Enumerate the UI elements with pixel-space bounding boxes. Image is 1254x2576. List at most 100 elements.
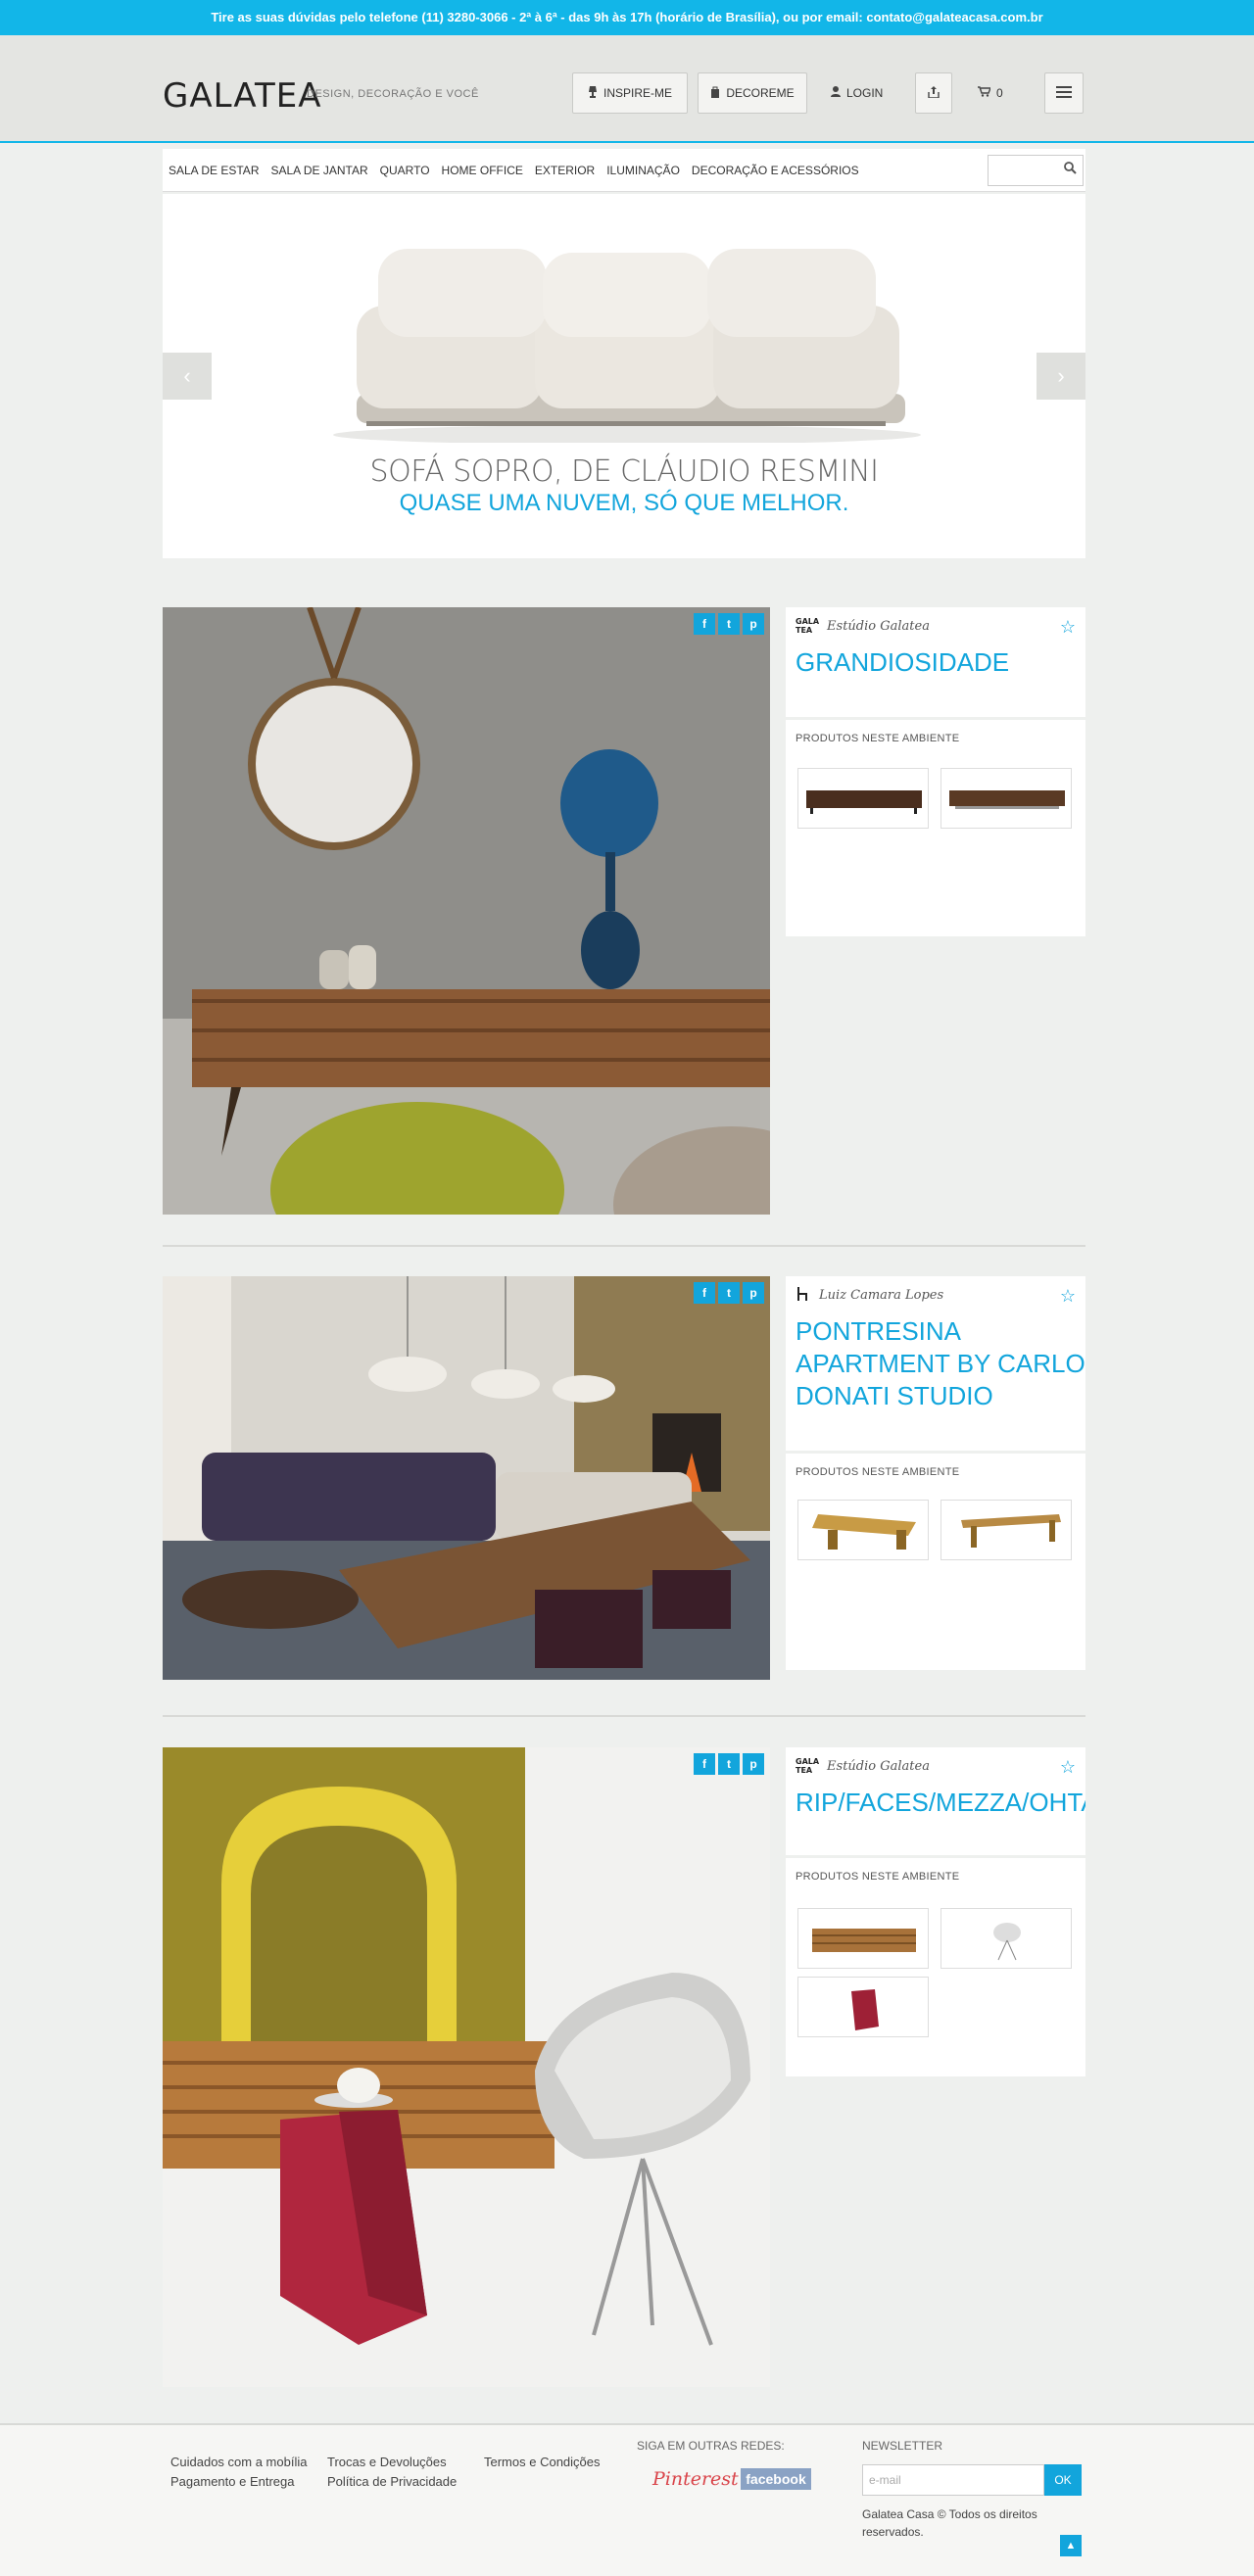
- ambiente-photo[interactable]: f t p: [163, 1747, 770, 2387]
- studio-credit[interactable]: GALA TEA Estúdio Galatea: [796, 1757, 930, 1775]
- ambiente-card: GALA TEA Estúdio Galatea ☆ GRANDIOSIDADE …: [786, 607, 1085, 936]
- user-icon: [831, 86, 841, 100]
- studio-name: Luiz Camara Lopes: [819, 1287, 944, 1303]
- products-heading: PRODUTOS NESTE AMBIENTE: [796, 1466, 960, 1478]
- favorite-star-icon[interactable]: ☆: [1060, 1757, 1076, 1778]
- favorite-star-icon[interactable]: ☆: [1060, 1286, 1076, 1307]
- contact-bar: Tire as suas dúvidas pelo telefone (11) …: [0, 0, 1254, 35]
- social-heading: SIGA EM OUTRAS REDES:: [637, 2439, 785, 2453]
- pinterest-link[interactable]: Pinterest: [652, 2468, 739, 2490]
- studio-logo-icon: [796, 1286, 811, 1304]
- hero-title[interactable]: SOFÁ SOPRO, DE CLÁUDIO RESMINI: [163, 454, 1085, 489]
- hero-slider: ‹ › SOFÁ SOPRO, DE CLÁUDIO RESMINI QUASE…: [163, 194, 1085, 558]
- decoreme-button[interactable]: DECOREME: [698, 72, 807, 114]
- products-heading: PRODUTOS NESTE AMBIENTE: [796, 733, 960, 744]
- inspire-me-label: INSPIRE-ME: [603, 86, 672, 100]
- chair-room-photo: [163, 1747, 770, 2387]
- nav-item-sala-de-estar[interactable]: SALA DE ESTAR: [169, 164, 259, 177]
- share-button[interactable]: [915, 72, 952, 114]
- cart-link[interactable]: 0: [978, 72, 1003, 114]
- studio-name: Estúdio Galatea: [827, 618, 930, 634]
- studio-credit[interactable]: GALA TEA Estúdio Galatea: [796, 617, 930, 635]
- newsletter-heading: NEWSLETTER: [862, 2439, 943, 2453]
- site-footer: Cuidados com a mobília Pagamento e Entre…: [0, 2423, 1254, 2576]
- studio-logo: GALA TEA: [796, 617, 820, 635]
- category-nav: SALA DE ESTAR SALA DE JANTAR QUARTO HOME…: [163, 149, 1085, 192]
- footer-link-privacy[interactable]: Política de Privacidade: [327, 2474, 457, 2489]
- search-input[interactable]: [988, 155, 1084, 186]
- decoreme-label: DECOREME: [726, 86, 795, 100]
- nav-item-quarto[interactable]: QUARTO: [380, 164, 430, 177]
- ambiente-title-line[interactable]: APARTMENT BY CARLO: [796, 1348, 1085, 1380]
- nav-item-exterior[interactable]: EXTERIOR: [535, 164, 595, 177]
- footer-link-payment[interactable]: Pagamento e Entrega: [170, 2474, 294, 2489]
- product-thumb[interactable]: [797, 1908, 929, 1969]
- search-icon[interactable]: [1064, 162, 1077, 177]
- section-divider: [163, 1245, 1085, 1247]
- pinterest-share-icon[interactable]: p: [743, 1753, 764, 1775]
- nav-item-decoracao[interactable]: DECORAÇÃO E ACESSÓRIOS: [692, 164, 859, 177]
- card-divider: [786, 1451, 1085, 1454]
- menu-button[interactable]: [1044, 72, 1084, 114]
- product-thumb[interactable]: [797, 1500, 929, 1560]
- ambiente-card: GALA TEA Estúdio Galatea ☆ RIP/FACES/MEZZ…: [786, 1747, 1085, 2076]
- footer-link-terms[interactable]: Termos e Condições: [484, 2455, 601, 2469]
- facebook-link[interactable]: facebook: [741, 2468, 811, 2490]
- site-header: GALATEA DESIGN, DECORAÇÃO E VOCÊ INSPIRE…: [0, 35, 1254, 143]
- living-room-photo: [163, 607, 770, 1215]
- studio-credit[interactable]: Luiz Camara Lopes: [796, 1286, 943, 1304]
- inspire-me-button[interactable]: INSPIRE-ME: [572, 72, 688, 114]
- hero-subtitle[interactable]: QUASE UMA NUVEM, SÓ QUE MELHOR.: [163, 490, 1085, 517]
- ambiente-title[interactable]: RIP/FACES/MEZZA/OHTAKE: [796, 1787, 1085, 1819]
- favorite-star-icon[interactable]: ☆: [1060, 617, 1076, 638]
- ambiente-photo[interactable]: f t p: [163, 607, 770, 1215]
- copyright-line: Galatea Casa © Todos os direitos: [862, 2507, 1037, 2521]
- ambiente-title-line[interactable]: PONTRESINA: [796, 1315, 961, 1348]
- card-divider: [786, 717, 1085, 720]
- share-icon: [928, 85, 940, 101]
- cart-icon: [978, 86, 992, 100]
- facebook-share-icon[interactable]: f: [694, 613, 715, 635]
- products-heading: PRODUTOS NESTE AMBIENTE: [796, 1871, 960, 1883]
- hamburger-icon: [1056, 85, 1072, 101]
- site-tagline: DESIGN, DECORAÇÃO E VOCÊ: [307, 88, 479, 100]
- login-link[interactable]: LOGIN: [831, 72, 883, 114]
- product-thumb[interactable]: [797, 1977, 929, 2037]
- ambiente-title-line[interactable]: DONATI STUDIO: [796, 1380, 993, 1412]
- product-thumb[interactable]: [940, 768, 1072, 829]
- nav-item-iluminacao[interactable]: ILUMINAÇÃO: [606, 164, 680, 177]
- studio-logo: GALA TEA: [796, 1757, 820, 1775]
- nav-item-sala-de-jantar[interactable]: SALA DE JANTAR: [270, 164, 367, 177]
- copyright-line: reservados.: [862, 2525, 924, 2539]
- ambiente-photo[interactable]: f t p: [163, 1276, 770, 1680]
- back-to-top-button[interactable]: ▲: [1060, 2535, 1082, 2556]
- social-share: f t p: [694, 613, 764, 635]
- slider-prev-button[interactable]: ‹: [163, 353, 212, 400]
- section-divider: [163, 1715, 1085, 1717]
- facebook-share-icon[interactable]: f: [694, 1753, 715, 1775]
- ambiente-card: Luiz Camara Lopes ☆ PONTRESINA APARTMENT…: [786, 1276, 1085, 1670]
- pinterest-share-icon[interactable]: p: [743, 1282, 764, 1304]
- social-share: f t p: [694, 1282, 764, 1304]
- slider-next-button[interactable]: ›: [1037, 353, 1085, 400]
- bag-icon: [710, 86, 720, 101]
- facebook-share-icon[interactable]: f: [694, 1282, 715, 1304]
- site-logo[interactable]: GALATEA: [163, 76, 321, 116]
- twitter-share-icon[interactable]: t: [718, 613, 740, 635]
- newsletter-submit-button[interactable]: OK: [1044, 2464, 1082, 2496]
- ambiente-title[interactable]: GRANDIOSIDADE: [796, 646, 1009, 679]
- lamp-icon: [588, 85, 598, 101]
- product-thumb[interactable]: [940, 1500, 1072, 1560]
- newsletter-email-input[interactable]: e-mail: [862, 2464, 1044, 2496]
- footer-link-care[interactable]: Cuidados com a mobília: [170, 2455, 307, 2469]
- pinterest-share-icon[interactable]: p: [743, 613, 764, 635]
- nav-item-home-office[interactable]: HOME OFFICE: [442, 164, 523, 177]
- cart-count: 0: [996, 86, 1003, 100]
- product-thumb[interactable]: [797, 768, 929, 829]
- product-thumb[interactable]: [940, 1908, 1072, 1969]
- twitter-share-icon[interactable]: t: [718, 1282, 740, 1304]
- footer-link-returns[interactable]: Trocas e Devoluções: [327, 2455, 447, 2469]
- social-share: f t p: [694, 1753, 764, 1775]
- card-divider: [786, 1855, 1085, 1858]
- twitter-share-icon[interactable]: t: [718, 1753, 740, 1775]
